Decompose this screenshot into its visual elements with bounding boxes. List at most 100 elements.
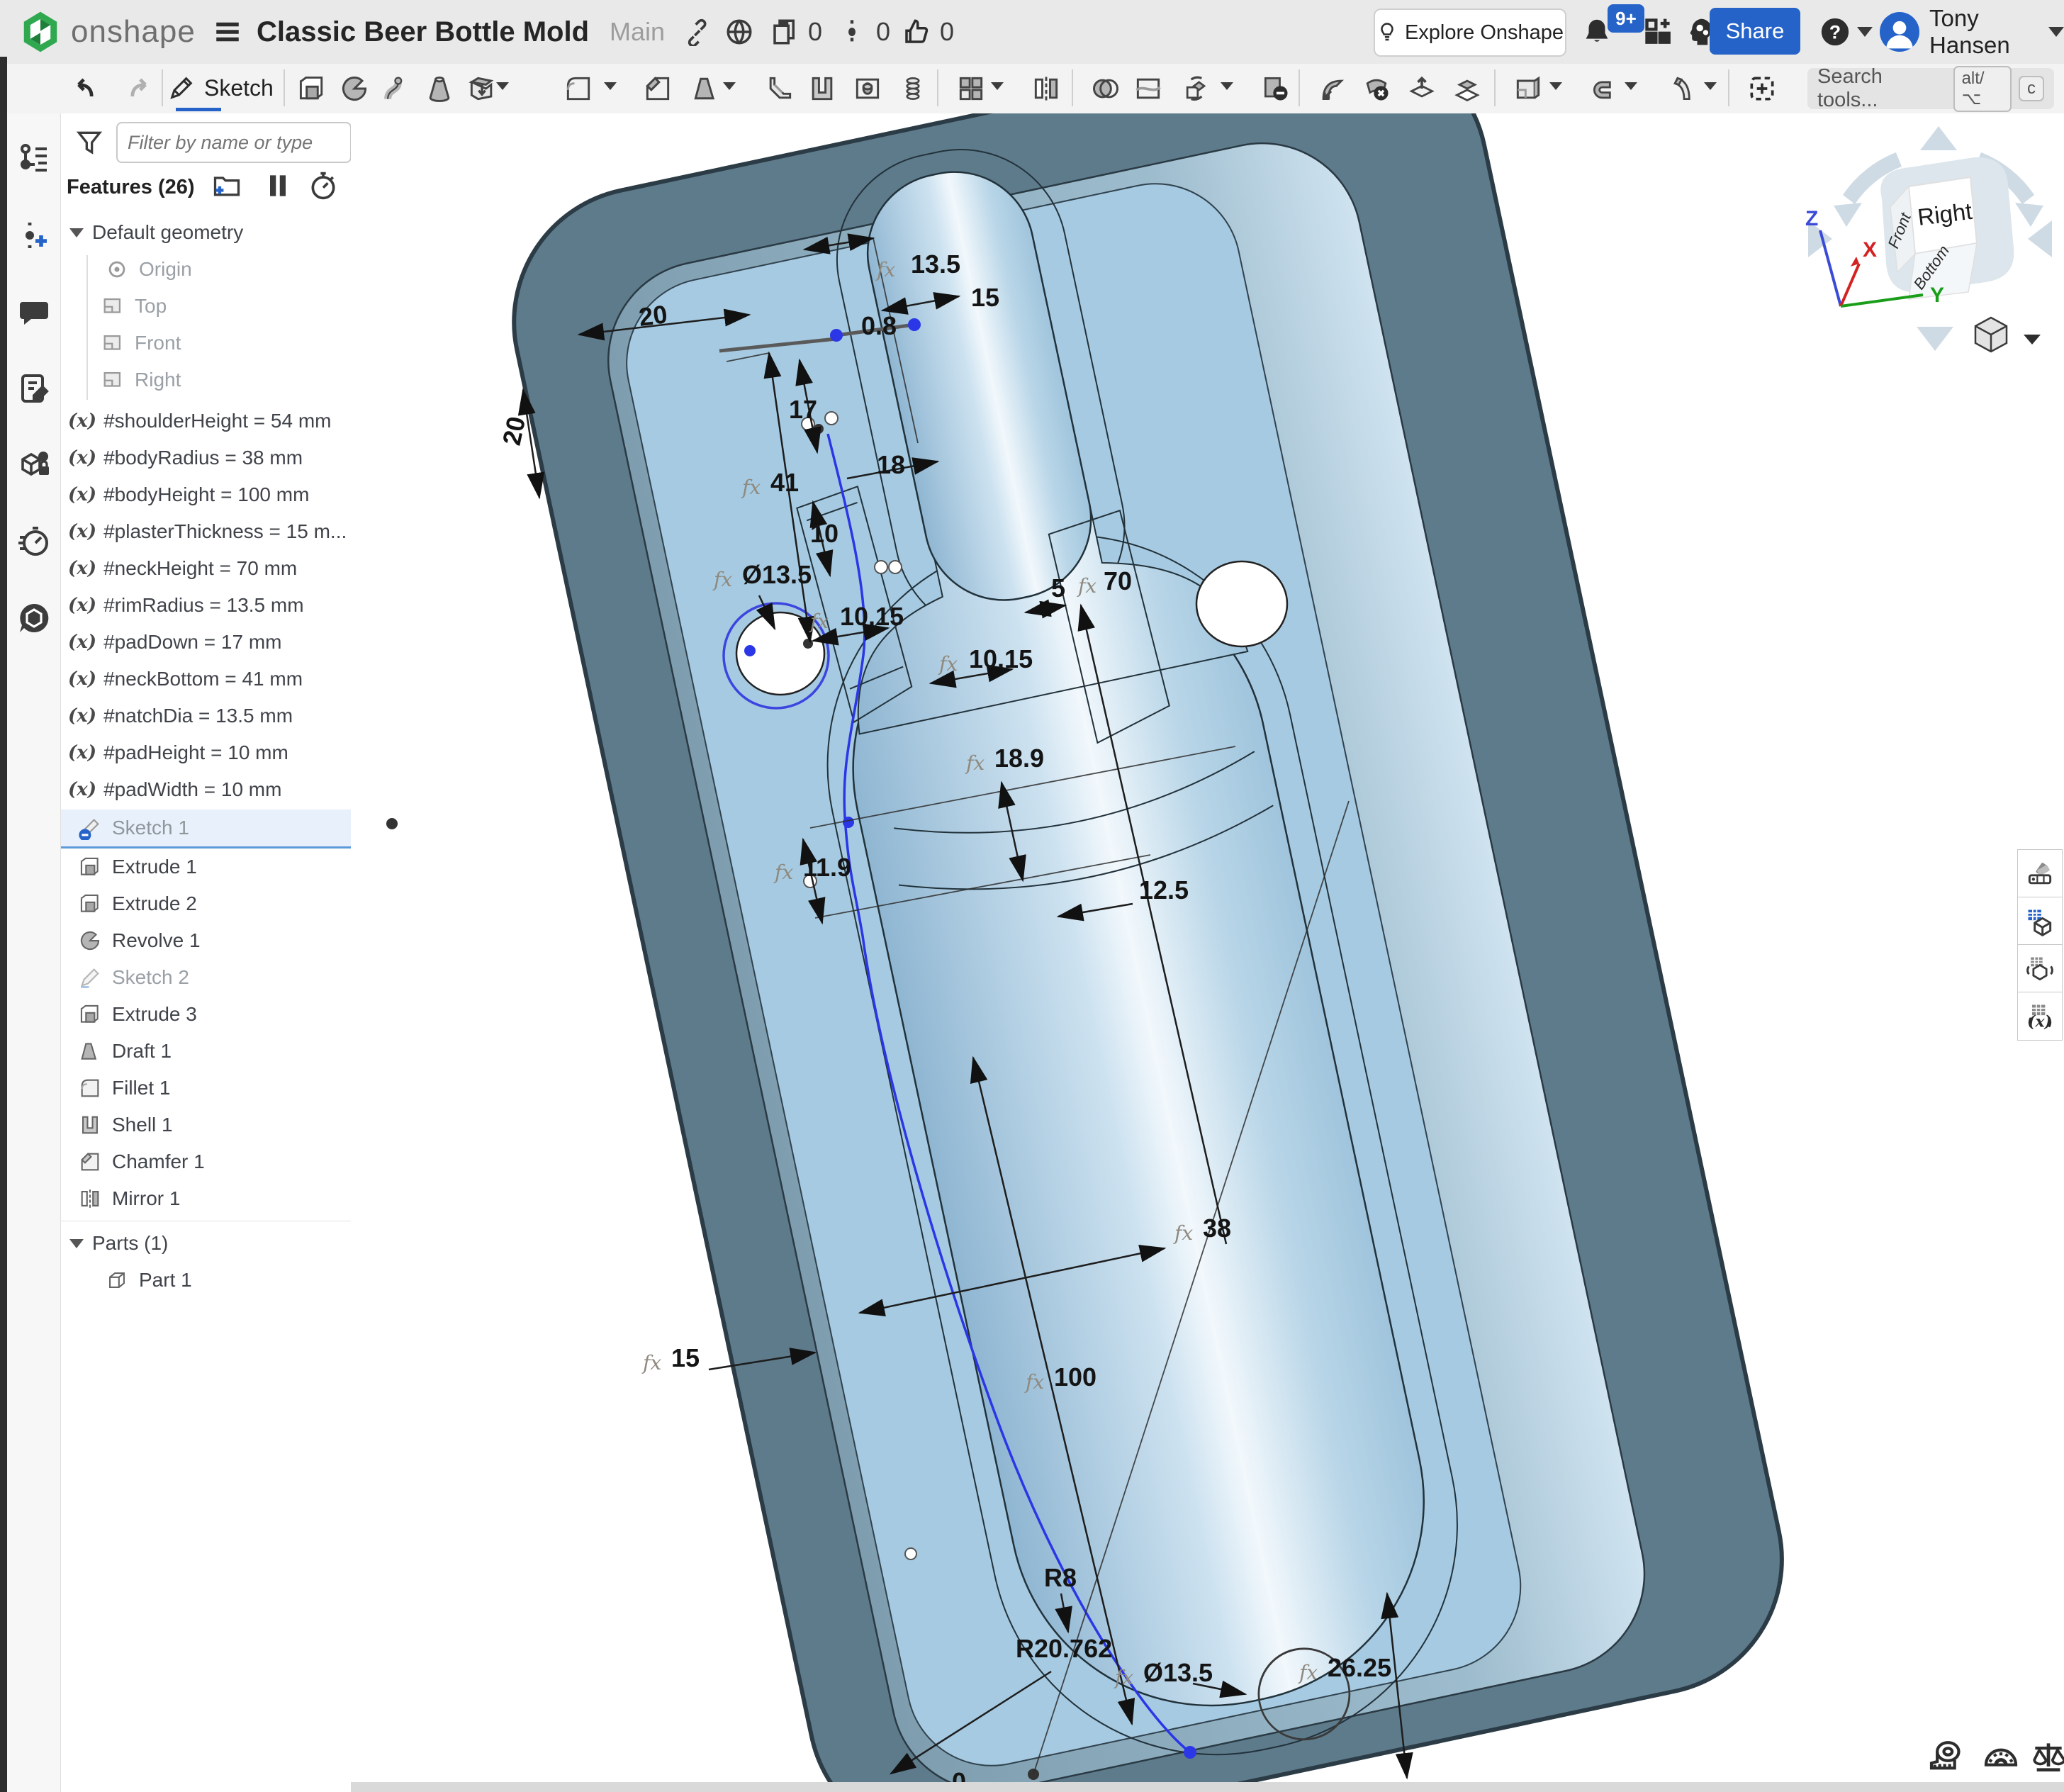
search-tools[interactable]: Search tools... alt/⌥ c xyxy=(1807,68,2054,109)
part-table-panel-button[interactable] xyxy=(2017,897,2063,946)
variable-row[interactable]: (x)#padHeight = 10 mm xyxy=(61,734,358,771)
tree-node-parts[interactable]: Parts (1) xyxy=(61,1225,359,1262)
tree-node-default-geometry[interactable]: Default geometry xyxy=(61,214,359,251)
variable-row[interactable]: (x)#padDown = 17 mm xyxy=(61,624,358,661)
split-tool-icon[interactable] xyxy=(1128,67,1168,111)
share-button[interactable]: Share xyxy=(1710,8,1800,55)
tree-item-shell-1[interactable]: Shell 1 xyxy=(61,1107,368,1143)
appearance-panel-button[interactable] xyxy=(2017,849,2063,898)
standard-content-panel-icon[interactable]: ? xyxy=(17,448,51,482)
dimension-label[interactable]: 100 xyxy=(1054,1362,1096,1391)
tree-item-extrude-2[interactable]: Extrude 2 xyxy=(61,885,368,922)
dimension-label[interactable]: R8 xyxy=(1044,1563,1077,1592)
variable-row[interactable]: (x)#shoulderHeight = 54 mm xyxy=(61,403,358,439)
protractor-icon[interactable] xyxy=(1981,1737,2021,1776)
tree-item-right-plane[interactable]: Right xyxy=(61,362,391,398)
comments-panel-icon[interactable] xyxy=(17,295,51,329)
user-name[interactable]: Tony Hansen xyxy=(1929,0,2064,64)
revolve-tool-icon[interactable] xyxy=(335,67,374,111)
performance-panel-icon[interactable] xyxy=(17,525,51,559)
tree-item-sketch-2[interactable]: Sketch 2 xyxy=(61,959,368,996)
description-panel-icon[interactable] xyxy=(17,371,51,405)
variable-row[interactable]: (x)#natchDia = 13.5 mm xyxy=(61,698,358,734)
variable-row[interactable]: (x)#padWidth = 10 mm xyxy=(61,771,358,808)
graphics-viewport[interactable]: fx 13.5 15 0.8 20 20 17 18 fx 41 10 fx Ø… xyxy=(351,113,2064,1792)
dimension-label[interactable]: 0.8 xyxy=(861,311,897,340)
dimension-label[interactable]: Ø13.5 xyxy=(742,560,812,589)
tree-item-draft-1[interactable]: Draft 1 xyxy=(61,1033,368,1070)
replace-face-tool-icon[interactable] xyxy=(1447,67,1487,111)
configurations-panel-button[interactable] xyxy=(2017,944,2063,993)
delete-face-tool-icon[interactable] xyxy=(1357,67,1396,111)
tape-measure-icon[interactable] xyxy=(1926,1737,1966,1776)
dimension-label[interactable]: 70 xyxy=(1104,566,1132,595)
tree-item-extrude-3[interactable]: Extrude 3 xyxy=(61,996,368,1033)
tree-item-extrude-1[interactable]: Extrude 1 xyxy=(61,849,368,885)
move-face-tool-icon[interactable] xyxy=(1402,67,1442,111)
filter-icon[interactable] xyxy=(74,128,105,159)
tree-item-top-plane[interactable]: Top xyxy=(61,288,391,325)
dimension-label[interactable]: 15 xyxy=(671,1343,700,1372)
add-folder-icon[interactable] xyxy=(211,170,242,201)
dimension-label[interactable]: 20 xyxy=(497,414,531,448)
curve-tool-icon[interactable] xyxy=(1585,67,1625,111)
rollback-stopwatch-icon[interactable] xyxy=(308,170,339,201)
natch-hole-right[interactable] xyxy=(1196,561,1287,646)
dimension-label[interactable]: Ø13.5 xyxy=(1143,1658,1213,1687)
surface-dropdown-chevron-icon[interactable] xyxy=(1704,82,1717,90)
tree-item-revolve-1[interactable]: Revolve 1 xyxy=(61,922,368,959)
versions-panel-icon[interactable] xyxy=(17,218,51,252)
view-cube[interactable]: Right Front Bottom Z X Y xyxy=(1805,126,2052,352)
avatar[interactable] xyxy=(1880,12,1919,52)
pattern-tool-icon[interactable] xyxy=(951,67,991,111)
feature-list-panel-icon[interactable] xyxy=(17,142,51,176)
dimension-label[interactable]: 17 xyxy=(789,395,817,424)
thumbs-up-icon[interactable] xyxy=(902,0,931,64)
curve-dropdown-chevron-icon[interactable] xyxy=(1625,82,1637,90)
draft-dropdown-chevron-icon[interactable] xyxy=(723,82,736,90)
chamfer-tool-icon[interactable] xyxy=(638,67,678,111)
dimension-label[interactable]: R20.762 xyxy=(1016,1634,1112,1663)
undo-button[interactable] xyxy=(65,67,105,111)
boolean-tool-icon[interactable] xyxy=(1086,67,1126,111)
dimension-label[interactable]: 11.9 xyxy=(803,853,851,882)
rib-tool-icon[interactable] xyxy=(760,67,800,111)
variable-row[interactable]: (x)#bodyHeight = 100 mm xyxy=(61,476,358,513)
filter-input[interactable] xyxy=(116,122,352,163)
variable-row[interactable]: (x)#neckHeight = 70 mm xyxy=(61,550,358,587)
variable-row[interactable]: (x)#bodyRadius = 38 mm xyxy=(61,439,358,476)
branch-name[interactable]: Main xyxy=(610,0,665,64)
tree-item-chamfer-1[interactable]: Chamfer 1 xyxy=(61,1143,368,1180)
dimension-label[interactable]: 18.9 xyxy=(994,744,1044,773)
dimension-label[interactable]: 41 xyxy=(770,468,799,497)
dimension-label[interactable]: 5 xyxy=(1051,573,1065,603)
explore-onshape-button[interactable]: Explore Onshape xyxy=(1374,9,1566,57)
extrude-tool-icon[interactable] xyxy=(292,67,332,111)
dimension-label[interactable]: 12.5 xyxy=(1139,875,1189,905)
fillet-dropdown-chevron-icon[interactable] xyxy=(604,82,617,90)
plane-tool-icon[interactable] xyxy=(1508,67,1548,111)
tree-item-fillet-1[interactable]: Fillet 1 xyxy=(61,1070,368,1107)
transform-tool-icon[interactable] xyxy=(1177,67,1216,111)
branch-history-icon[interactable] xyxy=(838,0,866,64)
tree-item-part-1[interactable]: Part 1 xyxy=(61,1262,395,1299)
custom-feature-tool-icon[interactable] xyxy=(1742,67,1782,111)
app-store-grid-icon[interactable] xyxy=(1643,0,1674,64)
variable-table-panel-button[interactable]: (x) xyxy=(2017,992,2063,1041)
fillet-tool-icon[interactable] xyxy=(559,67,598,111)
onshape-feedback-icon[interactable] xyxy=(17,601,51,635)
sketch-button[interactable]: Sketch xyxy=(167,65,274,111)
view-mode-dropdown[interactable] xyxy=(1975,318,2041,352)
help-caret-icon[interactable] xyxy=(1857,0,1873,64)
suppress-pause-icon[interactable] xyxy=(262,170,293,201)
tree-item-sketch-1[interactable]: Sketch 1 xyxy=(61,810,368,849)
tree-item-origin[interactable]: Origin xyxy=(61,251,395,288)
mirror-tool-icon[interactable] xyxy=(1026,67,1066,111)
delete-part-tool-icon[interactable] xyxy=(1256,67,1296,111)
shell-tool-icon[interactable] xyxy=(802,67,842,111)
mass-properties-scale-icon[interactable] xyxy=(2029,1737,2064,1776)
loft-tool-icon[interactable] xyxy=(420,67,459,111)
boss-dropdown-chevron-icon[interactable] xyxy=(496,82,509,90)
onshape-logo-icon[interactable] xyxy=(18,0,62,64)
modify-fillet-tool-icon[interactable] xyxy=(1311,67,1351,111)
